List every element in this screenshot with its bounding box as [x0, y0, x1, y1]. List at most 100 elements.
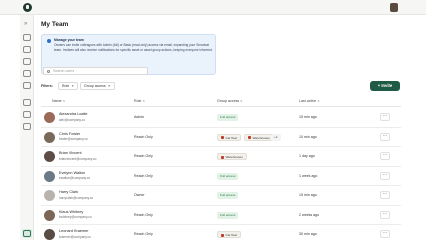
user-name: Klaus Whitney: [59, 209, 84, 214]
assets-icon[interactable]: [23, 46, 31, 53]
group-badge: Warehouses: [244, 133, 274, 141]
badge-label: Full access: [220, 193, 236, 197]
page-title: My Team: [41, 21, 69, 28]
badge-label: Car fleet: [225, 135, 238, 140]
group-access-filter[interactable]: Group access ▼: [80, 82, 115, 90]
avatar: [44, 229, 55, 240]
user-name: Chris Fowler: [59, 131, 81, 136]
group-icon: [221, 233, 224, 237]
more-icon[interactable]: ···: [380, 210, 390, 219]
main-content: My Team Manage your team Owners can invi…: [34, 15, 426, 240]
user-email: fowler@company.co: [59, 137, 88, 141]
avatar: [44, 190, 55, 201]
top-bar: [0, 0, 426, 15]
access-badge: Full access: [217, 192, 239, 199]
banner-title: Manage your team: [54, 38, 84, 42]
table-row[interactable]: Harry Clark harryclark@company.co Owner Ful…: [41, 186, 401, 206]
role-filter-label: Role: [62, 84, 70, 88]
user-role: Reach Only: [134, 173, 153, 178]
search-icon: [47, 69, 50, 73]
header-last-active[interactable]: Last active⇅: [299, 99, 320, 103]
access-badge: Full access: [217, 114, 239, 121]
last-active: 30 min ago: [299, 232, 317, 236]
home-icon[interactable]: [23, 34, 31, 41]
header-name-label: Name: [52, 99, 62, 103]
last-active: 1 day ago: [299, 154, 315, 158]
more-icon[interactable]: ···: [380, 132, 390, 141]
user-avatar[interactable]: [390, 3, 398, 12]
group-badge: Car fleet: [217, 231, 242, 238]
sort-icon: ⇅: [142, 99, 145, 103]
table-row[interactable]: Evelynn Walton ewalton@company.co Reach On…: [41, 167, 401, 186]
more-icon[interactable]: ···: [380, 113, 390, 121]
expand-sidebar-icon[interactable]: »: [24, 21, 27, 27]
chevron-down-icon: ▼: [71, 84, 75, 88]
user-email: brianvincent@company.co: [59, 156, 97, 161]
last-active: 10 min ago: [299, 134, 317, 139]
search-input[interactable]: Search users: [43, 67, 148, 75]
group-icon: [221, 155, 224, 159]
user-name: Alexandra Loatle: [59, 112, 88, 116]
invite-button[interactable]: + Invite: [370, 81, 400, 91]
user-email: harryclark@company.co: [59, 195, 94, 200]
table-row[interactable]: Chris Fowler fowler@company.co Reach Only C…: [41, 128, 401, 147]
table-row[interactable]: Brian Vincent brianvincent@company.co Reac…: [41, 147, 401, 167]
map-icon[interactable]: [23, 70, 31, 77]
sort-icon: ⇅: [62, 99, 66, 103]
group-badge: Warehouses: [217, 153, 247, 160]
more-icon[interactable]: ···: [380, 171, 390, 180]
user-email: ewalton@company.co: [59, 176, 91, 180]
header-last-active-label: Last active: [299, 99, 317, 103]
avatar: [44, 209, 55, 221]
sort-icon: ⇅: [317, 99, 320, 103]
group-icon: [221, 136, 224, 140]
header-role[interactable]: Role⇅: [134, 99, 145, 103]
chevron-down-icon: ▼: [107, 84, 111, 88]
alerts-icon[interactable]: [23, 111, 31, 118]
groups-icon[interactable]: [23, 58, 31, 65]
last-active: 2 weeks ago: [299, 212, 320, 217]
role-filter[interactable]: Role ▼: [58, 82, 79, 90]
user-role: Reach Only: [134, 212, 153, 217]
header-group-access-label: Group access: [217, 99, 240, 103]
user-name: Harry Clark: [59, 190, 79, 194]
badge-label: Warehouses: [252, 135, 270, 140]
badge-label: +4: [274, 134, 278, 139]
header-name[interactable]: Name⇅: [52, 99, 65, 103]
access-badge: Full access: [217, 211, 239, 219]
user-role: Reach Only: [134, 154, 153, 158]
avatar: [44, 112, 55, 123]
badge-label: Full access: [220, 212, 236, 217]
more-icon[interactable]: ···: [380, 230, 390, 238]
more-icon[interactable]: ···: [380, 191, 390, 199]
last-active: 1 week ago: [299, 173, 318, 178]
table-row[interactable]: Alexandra Loatle alex@company.co Admin Full…: [41, 108, 401, 128]
info-icon: [47, 39, 51, 43]
table-row[interactable]: Leonard Kraemer kraemer@company.co Reach O…: [41, 225, 401, 240]
header-group-access[interactable]: Group access⇅: [217, 99, 243, 103]
logo-icon[interactable]: [23, 3, 32, 12]
last-active: 15 min ago: [299, 193, 317, 197]
user-role: Reach Only: [134, 134, 153, 139]
filters-label: Filters:: [41, 84, 53, 88]
user-name: Leonard Kraemer: [59, 229, 89, 233]
header-role-label: Role: [134, 99, 142, 103]
analytics-icon[interactable]: [23, 123, 31, 130]
more-groups-badge[interactable]: +4: [271, 133, 281, 141]
more-icon[interactable]: ···: [380, 152, 390, 160]
badge-label: Full access: [220, 115, 236, 119]
user-role: Reach Only: [134, 232, 153, 236]
reports-icon[interactable]: [23, 82, 31, 89]
avatar: [44, 170, 55, 182]
table-row[interactable]: Klaus Whitney kwhitney@company.co Reach On…: [41, 206, 401, 225]
user-role: Admin: [134, 115, 145, 119]
group-badge: Car fleet: [217, 133, 242, 141]
avatar: [44, 151, 55, 162]
team-icon[interactable]: [23, 230, 31, 237]
user-email: kraemer@company.co: [59, 234, 91, 239]
avatar: [44, 131, 55, 143]
sort-icon: ⇅: [240, 99, 243, 103]
notifications-icon[interactable]: [23, 99, 31, 106]
banner-text: Owners can invite colleagues with Admin …: [54, 43, 213, 52]
access-badge: Full access: [217, 172, 239, 180]
